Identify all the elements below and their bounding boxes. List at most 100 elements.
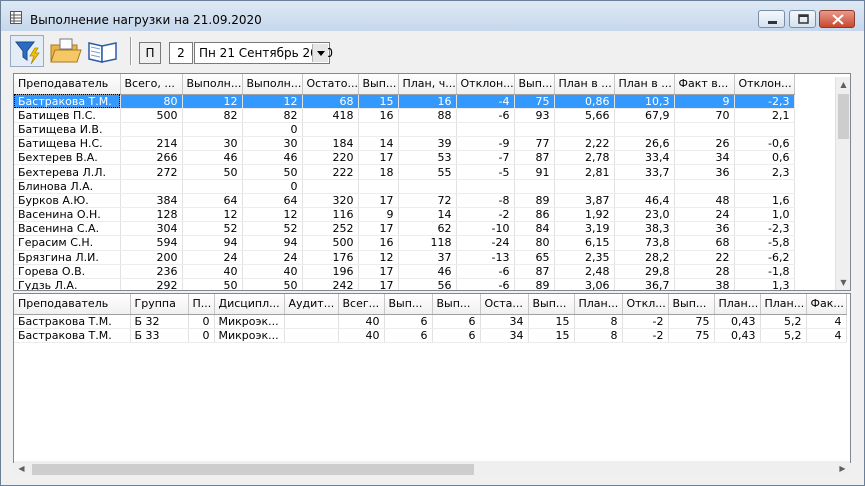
bottom-grid-horizontal-scrollbar[interactable]: ◀ ▶: [14, 461, 850, 477]
table-cell: Батищев П.С.: [14, 108, 121, 123]
table-cell: 36: [674, 221, 735, 237]
details-table: Преподаватель Группа П... Дисципл... Аудит..…: [14, 294, 847, 343]
table-cell: [614, 122, 675, 138]
table-row[interactable]: Герасим С.Н. 594 94 94 500 16 118 -24 80 6,15 73,8…: [14, 235, 795, 251]
column-header[interactable]: П...: [188, 294, 215, 315]
table-row[interactable]: Бурков А.Ю. 384 64 64 320 17 72 -8 89 3,87 46,4 48 1…: [14, 193, 795, 209]
column-header[interactable]: Факт в...: [674, 74, 735, 95]
date-select[interactable]: Пн 21 Сентябрь 2020: [194, 42, 333, 64]
column-header[interactable]: Всего, ...: [120, 74, 183, 95]
table-cell: -2: [456, 207, 515, 223]
table-cell: 24: [674, 207, 735, 223]
filter-button[interactable]: [10, 35, 44, 67]
table-cell: 62: [398, 221, 457, 237]
table-cell: 2,22: [554, 136, 615, 152]
window-title: Выполнение нагрузки на 21.09.2020: [30, 13, 262, 27]
column-header[interactable]: Отклон...: [734, 74, 795, 95]
column-header[interactable]: План...: [760, 294, 807, 315]
table-row[interactable]: Бастракова Т.М. Б 32 0 Микроэк... 40 6 6 34 15 8-…: [14, 314, 847, 329]
table-cell: 0,43: [714, 328, 761, 343]
details-grid[interactable]: Преподаватель Группа П... Дисципл... Аудит..…: [13, 293, 851, 463]
table-cell: 200: [120, 250, 183, 265]
table-row[interactable]: Горева О.В. 236 40 40 196 17 46 -6 87 2,48 29,8 28-…: [14, 264, 795, 279]
table-cell: Васенина С.А.: [14, 221, 121, 237]
table-cell: 12: [182, 207, 243, 223]
column-header[interactable]: Вып...: [384, 294, 433, 315]
column-header[interactable]: Вып...: [358, 74, 399, 95]
column-header[interactable]: Вып...: [528, 294, 575, 315]
column-header[interactable]: План в ...: [614, 74, 675, 95]
column-header[interactable]: Преподаватель: [14, 74, 121, 95]
table-cell: 1,6: [734, 193, 795, 209]
table-cell: 80: [120, 94, 183, 109]
teachers-load-grid[interactable]: Преподаватель Всего, ... Выполн... Выполн..…: [13, 73, 851, 291]
table-cell: 6,15: [554, 235, 615, 251]
table-row[interactable]: Батищев П.С. 500 82 82 418 16 88 -6 93 5,66 67,9 70…: [14, 108, 795, 123]
maximize-button[interactable]: [789, 10, 816, 28]
table-cell: 34: [674, 150, 735, 166]
table-row[interactable]: Васенина О.Н. 128 12 12 116 9 14 -2 86 1,92 23,0 24…: [14, 207, 795, 223]
table-cell: -2,3: [734, 221, 795, 237]
column-header[interactable]: Вып...: [514, 74, 555, 95]
table-row[interactable]: Бастракова Т.М. 80 12 12 68 15 16 -4 75 0,86 10,3 9…: [14, 94, 795, 109]
column-header[interactable]: Преподаватель: [14, 294, 131, 315]
table-cell: 89: [514, 193, 555, 209]
table-cell: 40: [242, 264, 303, 279]
column-header[interactable]: Откл...: [622, 294, 669, 315]
table-cell: 75: [668, 314, 715, 329]
column-header[interactable]: План...: [574, 294, 623, 315]
scroll-left-icon[interactable]: ◀: [14, 461, 29, 477]
table-cell: 0: [242, 179, 303, 194]
column-header[interactable]: Оста...: [480, 294, 529, 315]
column-header[interactable]: Дисципл...: [214, 294, 285, 315]
table-row[interactable]: Бехтерев В.А. 266 46 46 220 17 53 -7 87 2,78 33,4 3…: [14, 150, 795, 166]
column-header[interactable]: Вып...: [432, 294, 481, 315]
table-row[interactable]: Гудзь Л.А. 292 50 50 242 17 56 -6 89 3,06 36,7 38 1,…: [14, 278, 795, 290]
column-header[interactable]: Всег...: [338, 294, 385, 315]
header-row: Преподаватель Всего, ... Выполн... Выполн..…: [14, 74, 795, 95]
toolbar: П 2 Пн 21 Сентябрь 2020: [2, 33, 863, 69]
table-cell: [398, 179, 457, 194]
column-header[interactable]: План, ч...: [398, 74, 457, 95]
table-row[interactable]: Васенина С.А. 304 52 52 252 17 62 -10 84 3,19 38,3…: [14, 221, 795, 237]
table-cell: 73,8: [614, 235, 675, 251]
open-folder-button[interactable]: [48, 35, 82, 67]
table-cell: [734, 179, 795, 194]
minimize-button[interactable]: [758, 10, 785, 28]
book-button[interactable]: [86, 35, 120, 67]
table-cell: -2: [622, 314, 669, 329]
close-button[interactable]: [819, 10, 855, 28]
column-header[interactable]: План в ...: [554, 74, 615, 95]
column-header[interactable]: Выполн...: [182, 74, 243, 95]
scroll-thumb[interactable]: [838, 94, 849, 139]
column-header[interactable]: Выполн...: [242, 74, 303, 95]
top-grid-vertical-scrollbar[interactable]: ▲ ▼: [835, 77, 850, 290]
column-header[interactable]: Остато...: [302, 74, 359, 95]
table-row[interactable]: Бастракова Т.М. Б 33 0 Микроэк... 40 6 6 34 15 8-…: [14, 328, 847, 343]
table-cell: [302, 179, 359, 194]
scroll-up-icon[interactable]: ▲: [836, 77, 851, 92]
table-row[interactable]: Блинова Л.А. 0: [14, 179, 795, 194]
table-row[interactable]: Батищева Н.С. 214 30 30 184 14 39 -9 77 2,22 26,6 2…: [14, 136, 795, 152]
table-cell: 272: [120, 164, 183, 180]
table-cell: [554, 122, 615, 138]
column-header[interactable]: Вып...: [668, 294, 715, 315]
dropdown-button[interactable]: [312, 44, 328, 62]
table-cell: 80: [514, 235, 555, 251]
table-cell: 252: [302, 221, 359, 237]
table-cell: 8: [574, 314, 623, 329]
column-header[interactable]: Фак...: [806, 294, 847, 315]
column-header[interactable]: Отклон...: [456, 74, 515, 95]
scroll-thumb[interactable]: [32, 464, 474, 475]
column-header[interactable]: План...: [714, 294, 761, 315]
table-row[interactable]: Батищева И.В. 0: [14, 122, 795, 138]
title-bar[interactable]: Выполнение нагрузки на 21.09.2020: [1, 1, 864, 31]
column-header[interactable]: Аудит...: [284, 294, 339, 315]
scroll-down-icon[interactable]: ▼: [836, 275, 851, 290]
p-toggle-button[interactable]: П: [139, 42, 161, 64]
column-header[interactable]: Группа: [130, 294, 189, 315]
table-row[interactable]: Брязгина Л.И. 200 24 24 176 12 37 -13 65 2,35 28,2…: [14, 250, 795, 265]
table-row[interactable]: Бехтерева Л.Л. 272 50 50 222 18 55 -5 91 2,81 33,7…: [14, 164, 795, 180]
scroll-right-icon[interactable]: ▶: [835, 461, 850, 477]
week-number-field[interactable]: 2: [169, 42, 193, 64]
